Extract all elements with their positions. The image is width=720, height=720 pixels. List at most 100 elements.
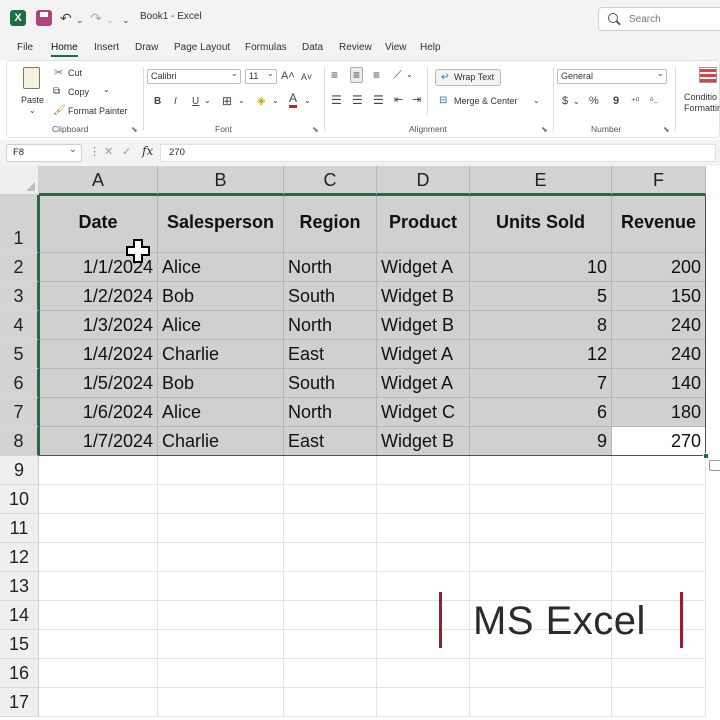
increase-indent-icon[interactable]: ⇥ — [412, 93, 421, 107]
tab-home[interactable]: Home — [51, 42, 78, 57]
empty-cell[interactable] — [612, 543, 706, 572]
table-cell[interactable]: Widget B — [377, 427, 470, 456]
empty-cell[interactable] — [377, 514, 470, 543]
row-header-16[interactable]: 16 — [0, 659, 39, 688]
row-header-14[interactable]: 14 — [0, 601, 39, 630]
row-header-8[interactable]: 8 — [0, 427, 39, 456]
empty-cell[interactable] — [612, 514, 706, 543]
paste-button[interactable]: Paste ⌄ — [17, 65, 47, 115]
italic-button[interactable]: I — [174, 95, 177, 109]
table-cell[interactable]: 1/3/2024 — [39, 311, 158, 340]
redo-icon[interactable]: ↷ — [90, 9, 102, 27]
table-cell[interactable]: 5 — [470, 282, 612, 311]
cut-button[interactable]: Cut — [68, 68, 82, 78]
empty-cell[interactable] — [470, 543, 612, 572]
table-cell[interactable]: 1/5/2024 — [39, 369, 158, 398]
row-header-17[interactable]: 17 — [0, 688, 39, 717]
table-cell[interactable]: 8 — [470, 311, 612, 340]
empty-cell[interactable] — [39, 572, 158, 601]
table-cell[interactable]: Charlie — [158, 340, 284, 369]
empty-cell[interactable] — [284, 572, 377, 601]
alignment-launcher-icon[interactable]: ⬊ — [541, 125, 548, 134]
comma-style-button[interactable]: 9 — [613, 94, 619, 108]
merge-dropdown-icon[interactable]: ⌄ — [533, 96, 540, 105]
table-cell[interactable]: 1/2/2024 — [39, 282, 158, 311]
table-cell[interactable]: East — [284, 340, 377, 369]
empty-cell[interactable] — [377, 630, 470, 659]
cancel-icon[interactable]: ✕ — [104, 145, 113, 158]
empty-cell[interactable] — [158, 485, 284, 514]
underline-dropdown-icon[interactable]: ⌄ — [204, 96, 211, 105]
table-cell[interactable]: North — [284, 253, 377, 282]
tab-view[interactable]: View — [385, 42, 407, 53]
row-header-3[interactable]: 3 — [0, 282, 39, 311]
table-cell[interactable]: 1/7/2024 — [39, 427, 158, 456]
borders-icon[interactable]: ⊞ — [222, 94, 232, 108]
empty-cell[interactable] — [284, 543, 377, 572]
decrease-decimal-icon[interactable]: ⁰₋ — [650, 94, 658, 108]
table-cell[interactable]: North — [284, 398, 377, 427]
table-cell[interactable]: Widget A — [377, 340, 470, 369]
table-cell[interactable]: South — [284, 369, 377, 398]
font-launcher-icon[interactable]: ⬊ — [312, 125, 319, 134]
empty-cell[interactable] — [377, 485, 470, 514]
empty-cell[interactable] — [158, 659, 284, 688]
more-options-icon[interactable]: ⋮ — [89, 145, 100, 158]
empty-cell[interactable] — [470, 659, 612, 688]
empty-cell[interactable] — [284, 485, 377, 514]
select-all-button[interactable] — [0, 166, 39, 195]
column-header-b[interactable]: B — [158, 166, 284, 195]
number-format-select[interactable]: General — [557, 67, 667, 84]
currency-dropdown-icon[interactable]: ⌄ — [573, 97, 580, 106]
empty-cell[interactable] — [377, 543, 470, 572]
clipboard-launcher-icon[interactable]: ⬊ — [131, 125, 138, 134]
table-cell[interactable]: 140 — [612, 369, 706, 398]
font-color-dropdown-icon[interactable]: ⌄ — [304, 96, 311, 105]
header-cell[interactable]: Revenue — [612, 195, 706, 253]
row-header-12[interactable]: 12 — [0, 543, 39, 572]
tab-file[interactable]: File — [17, 42, 33, 53]
table-cell[interactable]: North — [284, 311, 377, 340]
header-cell[interactable]: Salesperson — [158, 195, 284, 253]
percent-button[interactable]: % — [589, 94, 599, 108]
empty-cell[interactable] — [39, 659, 158, 688]
font-color-icon[interactable]: A — [289, 92, 298, 108]
row-header-10[interactable]: 10 — [0, 485, 39, 514]
borders-dropdown-icon[interactable]: ⌄ — [238, 96, 245, 105]
empty-cell[interactable] — [39, 485, 158, 514]
table-cell[interactable]: 6 — [470, 398, 612, 427]
table-cell[interactable]: East — [284, 427, 377, 456]
enter-icon[interactable]: ✓ — [122, 145, 131, 158]
decrease-indent-icon[interactable]: ⇤ — [394, 93, 403, 107]
table-cell[interactable]: 7 — [470, 369, 612, 398]
table-cell[interactable]: Alice — [158, 253, 284, 282]
increase-font-icon[interactable]: A˄ — [281, 69, 295, 83]
empty-cell[interactable] — [284, 601, 377, 630]
table-cell[interactable]: Widget C — [377, 398, 470, 427]
table-cell[interactable]: 1/6/2024 — [39, 398, 158, 427]
empty-cell[interactable] — [158, 456, 284, 485]
undo-dropdown-icon[interactable]: ⌄ — [76, 11, 84, 29]
align-left-icon[interactable]: ☰ — [331, 93, 342, 107]
table-cell[interactable]: 270 — [612, 427, 706, 456]
align-middle-icon[interactable]: ≡ — [350, 67, 364, 83]
table-cell[interactable]: 240 — [612, 311, 706, 340]
empty-cell[interactable] — [612, 572, 706, 601]
table-cell[interactable]: South — [284, 282, 377, 311]
tab-review[interactable]: Review — [339, 42, 372, 53]
row-header-9[interactable]: 9 — [0, 456, 39, 485]
empty-cell[interactable] — [39, 456, 158, 485]
empty-cell[interactable] — [284, 630, 377, 659]
table-cell[interactable]: Widget B — [377, 282, 470, 311]
number-launcher-icon[interactable]: ⬊ — [663, 125, 670, 134]
table-cell[interactable]: 150 — [612, 282, 706, 311]
currency-button[interactable]: $ — [562, 94, 568, 108]
search-box[interactable] — [598, 7, 720, 31]
fill-color-dropdown-icon[interactable]: ⌄ — [272, 96, 279, 105]
empty-cell[interactable] — [377, 659, 470, 688]
merge-center-icon[interactable]: ⊟ — [439, 94, 447, 108]
empty-cell[interactable] — [470, 456, 612, 485]
table-cell[interactable]: 240 — [612, 340, 706, 369]
tab-help[interactable]: Help — [420, 42, 441, 53]
row-header-4[interactable]: 4 — [0, 311, 39, 340]
